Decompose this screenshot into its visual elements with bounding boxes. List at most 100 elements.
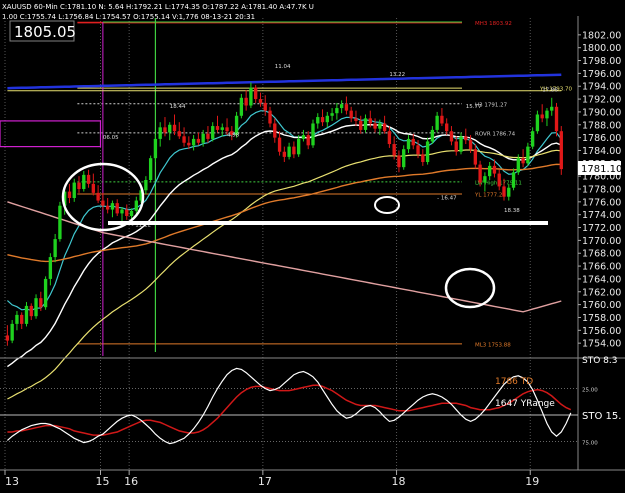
price-tick-label: 1798.00 — [582, 56, 621, 67]
candle-body — [382, 123, 387, 132]
candle-body — [511, 172, 516, 188]
price-tick-label: 1794.00 — [582, 82, 621, 93]
candle-body — [86, 174, 91, 184]
candle-body — [220, 127, 224, 130]
candle-body — [359, 120, 363, 130]
candle-body — [191, 138, 196, 146]
candle-body — [416, 145, 420, 155]
candle-body — [10, 323, 14, 341]
candle-body — [58, 205, 62, 240]
candle-body — [187, 142, 191, 146]
candle-body — [502, 186, 506, 197]
candle-body — [516, 158, 520, 173]
candle-body — [115, 203, 119, 214]
candle-body — [402, 149, 406, 168]
candle-body — [82, 174, 86, 189]
candle-body — [454, 141, 458, 152]
candle-body — [521, 158, 525, 164]
candle-body — [282, 151, 287, 157]
price-tick-label: 1768.00 — [582, 249, 621, 260]
candle-body — [263, 102, 267, 111]
candle-body — [268, 110, 272, 124]
candle-body — [211, 126, 215, 139]
date-tick-label: 18 — [392, 475, 406, 488]
candle-body — [378, 123, 382, 129]
price-tick-label: 1764.00 — [582, 274, 621, 285]
candle-body — [177, 131, 181, 137]
price-tick-label: 1802.00 — [582, 30, 621, 41]
candle-body — [5, 335, 10, 341]
annotation-label: 11.04 — [275, 64, 291, 70]
candle-body — [487, 165, 492, 177]
candle-body — [464, 136, 468, 141]
candle-body — [325, 115, 329, 123]
candle-body — [48, 257, 53, 279]
candle-body — [72, 182, 76, 198]
price-tick-label: 1784.00 — [582, 146, 621, 157]
price-tick-label: 1796.00 — [582, 69, 621, 80]
price-tick-label: 1778.00 — [582, 185, 621, 196]
candle-body — [387, 131, 392, 145]
annotation-label: 18.38 — [504, 208, 520, 214]
sto-tick-label: 75.00 — [582, 441, 598, 447]
candle-body — [373, 123, 377, 129]
candle-body — [320, 117, 325, 123]
candle-body — [554, 106, 559, 132]
candle-body — [550, 106, 554, 111]
candle-body — [507, 187, 511, 197]
candle-body — [148, 158, 153, 181]
candle-body — [468, 140, 473, 150]
candle-body — [277, 137, 282, 152]
candle-body — [24, 305, 29, 324]
candle-body — [483, 176, 487, 183]
candle-body — [196, 138, 201, 143]
price-tick-label: 1800.00 — [582, 43, 621, 54]
candle-body — [459, 136, 463, 152]
candle-body — [20, 314, 24, 324]
candle-body — [67, 191, 72, 198]
price-tick-label: 1760.00 — [582, 300, 621, 311]
level-label: ML3 1753.88 — [475, 342, 511, 348]
candle-body — [129, 210, 134, 216]
candle-body — [425, 141, 430, 163]
candle-body — [349, 110, 353, 119]
level-label: ROVR 1786.74 — [475, 131, 516, 137]
date-tick-label: 16 — [124, 475, 138, 488]
price-tick-label: 1756.00 — [582, 326, 621, 337]
candle-body — [134, 200, 138, 211]
price-tick-label: 1792.00 — [582, 95, 621, 106]
candle-body — [182, 136, 186, 143]
candle-body — [430, 129, 435, 142]
price-tick-label: 1774.00 — [582, 210, 621, 221]
candle-body — [335, 108, 339, 114]
candle-body — [120, 209, 124, 214]
header-ohlc: C:1781.10 N: 5.64 H:1792.21 L:1774.35 O:… — [60, 3, 314, 11]
candle-body — [526, 146, 530, 164]
candle-body — [206, 133, 210, 139]
candle-body — [330, 113, 334, 116]
date-tick-label: 15 — [96, 475, 110, 488]
candle-body — [449, 131, 454, 142]
candle-body — [440, 115, 444, 124]
candle-body — [559, 131, 563, 170]
price-tick-label: 1754.00 — [582, 339, 621, 350]
candle-body — [43, 278, 48, 308]
annotation-label: 4.98 — [227, 132, 240, 138]
header-line2: 1.00 C:1755.74 L:1756.84 L:1754.57 O:175… — [2, 13, 255, 21]
price-tick-label: 1786.00 — [582, 133, 621, 144]
candle-body — [406, 138, 411, 150]
candle-body — [34, 298, 38, 317]
candle-body — [96, 192, 100, 201]
annotation-label: 18.44 — [170, 104, 186, 110]
price-tick-label: 1766.00 — [582, 262, 621, 273]
candle-body — [492, 165, 497, 174]
sto-value-label: STO 15. — [582, 411, 621, 422]
candle-body — [258, 99, 263, 103]
candle-body — [545, 110, 549, 119]
header-symbol: XAUUSD 60-Min — [2, 3, 58, 11]
candle-body — [39, 298, 43, 308]
candle-body — [244, 97, 248, 106]
candle-body — [339, 104, 344, 109]
candle-body — [249, 87, 253, 106]
candle-body — [296, 138, 301, 155]
